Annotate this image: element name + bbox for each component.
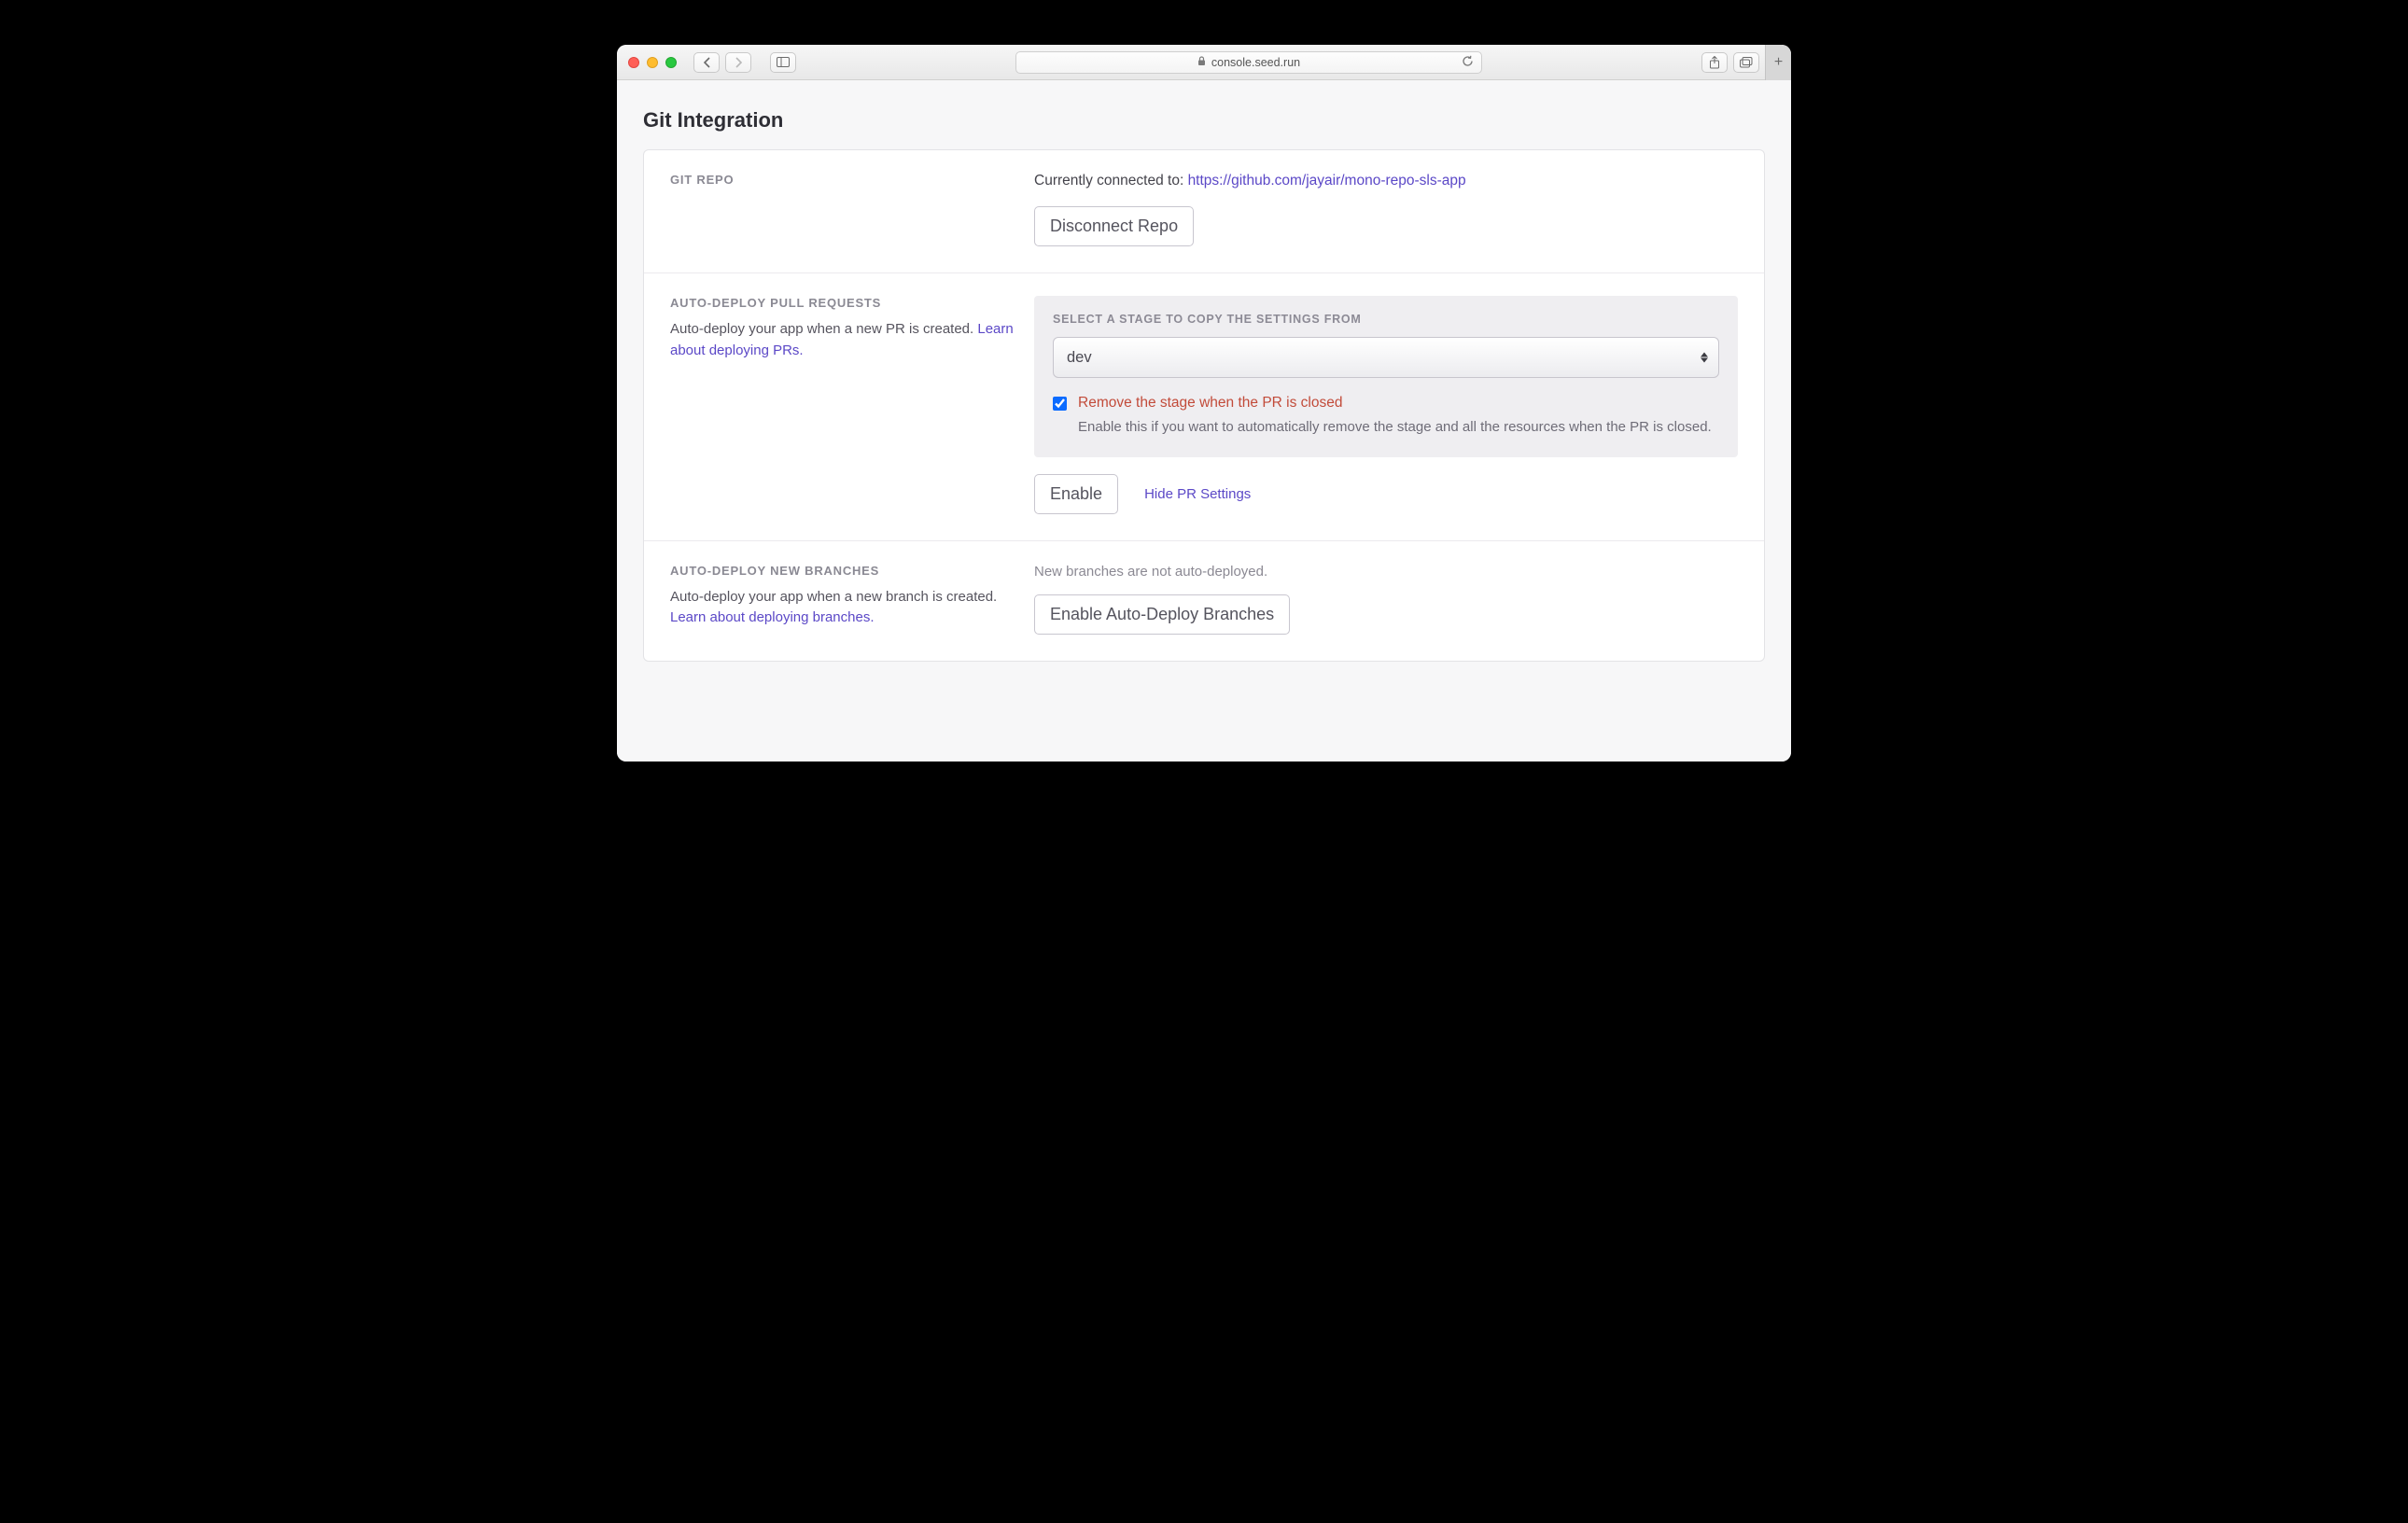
page-content: Git Integration GIT REPO Currently conne… <box>617 80 1791 762</box>
pr-heading: AUTO-DEPLOY PULL REQUESTS <box>670 296 1015 310</box>
section-auto-deploy-branches: AUTO-DEPLOY NEW BRANCHES Auto-deploy you… <box>644 540 1764 661</box>
hide-pr-settings-link[interactable]: Hide PR Settings <box>1144 486 1251 502</box>
browser-chrome: console.seed.run + <box>617 45 1791 80</box>
enable-pr-button[interactable]: Enable <box>1034 474 1118 514</box>
settings-panel: GIT REPO Currently connected to: https:/… <box>643 149 1765 662</box>
pr-description: Auto-deploy your app when a new PR is cr… <box>670 319 1015 361</box>
repo-link[interactable]: https://github.com/jayair/mono-repo-sls-… <box>1188 173 1466 189</box>
page-title: Git Integration <box>643 108 1765 133</box>
disconnect-repo-button[interactable]: Disconnect Repo <box>1034 206 1194 246</box>
git-repo-heading: GIT REPO <box>670 173 1015 187</box>
pr-settings-box: SELECT A STAGE TO COPY THE SETTINGS FROM… <box>1034 296 1738 457</box>
forward-button[interactable] <box>725 52 751 73</box>
remove-stage-checkbox[interactable] <box>1053 397 1067 411</box>
lock-icon <box>1197 56 1206 69</box>
remove-stage-description: Enable this if you want to automatically… <box>1078 417 1712 439</box>
browser-window: console.seed.run + Git Integration GIT R… <box>617 45 1791 762</box>
remove-stage-label: Remove the stage when the PR is closed <box>1078 395 1712 412</box>
window-controls <box>628 57 677 68</box>
minimize-window-button[interactable] <box>647 57 658 68</box>
reload-icon[interactable] <box>1462 55 1474 70</box>
enable-branches-button[interactable]: Enable Auto-Deploy Branches <box>1034 594 1290 635</box>
address-bar[interactable]: console.seed.run <box>1015 51 1482 74</box>
stage-select-label: SELECT A STAGE TO COPY THE SETTINGS FROM <box>1053 313 1719 326</box>
new-tab-button[interactable]: + <box>1765 45 1791 80</box>
maximize-window-button[interactable] <box>665 57 677 68</box>
address-url: console.seed.run <box>1211 56 1300 69</box>
back-button[interactable] <box>693 52 720 73</box>
connected-prefix: Currently connected to: <box>1034 173 1188 189</box>
branches-heading: AUTO-DEPLOY NEW BRANCHES <box>670 564 1015 578</box>
stage-select[interactable]: dev <box>1053 337 1719 378</box>
learn-branches-link[interactable]: Learn about deploying branches. <box>670 609 875 625</box>
share-button[interactable] <box>1701 52 1728 73</box>
branches-status: New branches are not auto-deployed. <box>1034 564 1738 580</box>
section-git-repo: GIT REPO Currently connected to: https:/… <box>644 150 1764 272</box>
section-auto-deploy-pr: AUTO-DEPLOY PULL REQUESTS Auto-deploy yo… <box>644 272 1764 540</box>
sidebar-toggle-button[interactable] <box>770 52 796 73</box>
branches-description: Auto-deploy your app when a new branch i… <box>670 587 1015 629</box>
tabs-button[interactable] <box>1733 52 1759 73</box>
connected-repo-line: Currently connected to: https://github.c… <box>1034 173 1738 189</box>
close-window-button[interactable] <box>628 57 639 68</box>
